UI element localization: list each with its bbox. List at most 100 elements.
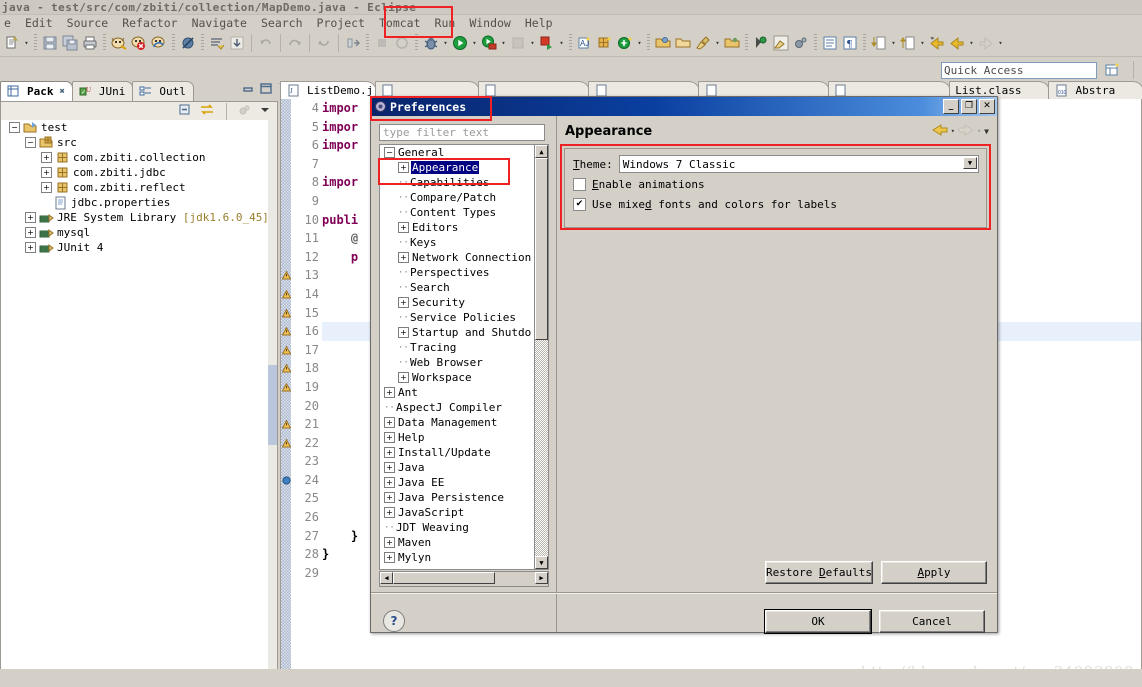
editor-tab-listdemo[interactable]: J ListDemo.j <box>280 81 377 99</box>
toolbar-drag-handle-7[interactable] <box>569 34 572 52</box>
collapse-icon[interactable]: − <box>25 137 36 148</box>
search-resource-icon[interactable] <box>693 33 713 53</box>
page-button-row[interactable]: Restore Defaults Apply <box>765 561 987 584</box>
quick-access-input[interactable]: Quick Access <box>941 61 1097 79</box>
scroll-down-button[interactable]: ▼ <box>535 556 548 569</box>
enable-animations-row[interactable]: Enable animations <box>565 174 986 194</box>
view-tab-bar[interactable]: Pack ✖ ✓ U JUni Outl <box>0 81 278 101</box>
next-annotation-icon[interactable] <box>207 33 227 53</box>
tree-item-src[interactable]: − src <box>1 135 277 150</box>
scroll-left-button[interactable]: ◀ <box>380 572 393 584</box>
pref-tree-item-web-browser[interactable]: ·· Web Browser <box>380 355 535 370</box>
expand-icon[interactable]: + <box>384 507 395 518</box>
toolbar-drag-handle-8[interactable] <box>647 34 650 52</box>
open-resource-icon[interactable] <box>673 33 693 53</box>
pref-tree-item-security[interactable]: + Security <box>380 295 535 310</box>
pref-tree-item-javascript[interactable]: + JavaScript <box>380 505 535 520</box>
expand-icon[interactable]: + <box>398 297 409 308</box>
collapse-icon[interactable]: − <box>9 122 20 133</box>
pref-tree-item-java-persistence[interactable]: + Java Persistence <box>380 490 535 505</box>
view-tab-outline[interactable]: Outl <box>132 81 194 101</box>
pref-tree-item-general[interactable]: − General <box>380 145 535 160</box>
close-icon[interactable]: ✕ <box>979 99 995 114</box>
run-icon[interactable] <box>450 33 470 53</box>
ok-button[interactable]: OK <box>765 609 871 633</box>
toggle-mark-occurrences-icon[interactable] <box>227 33 247 53</box>
scrollbar-thumb[interactable] <box>535 158 548 340</box>
expand-icon[interactable]: + <box>25 227 36 238</box>
pref-tree-item-network-connection[interactable]: + Network Connection <box>380 250 535 265</box>
expand-icon[interactable]: + <box>384 492 395 503</box>
pref-tree-item-jdt-weaving[interactable]: ·· JDT Weaving <box>380 520 535 535</box>
mylyn-activate-task-icon[interactable] <box>751 33 771 53</box>
tomcat-stop-icon[interactable] <box>129 33 149 53</box>
expand-icon[interactable]: + <box>41 182 52 193</box>
back-dropdown-icon[interactable]: ▾ <box>967 34 976 52</box>
expand-icon[interactable]: + <box>398 162 409 173</box>
menu-item-tomcat[interactable]: Tomcat <box>372 16 428 30</box>
tree-item-junit-4[interactable]: + JUnit 4 <box>1 240 277 255</box>
apply-button[interactable]: Apply <box>881 561 987 584</box>
expand-icon[interactable]: + <box>41 167 52 178</box>
expand-icon[interactable]: + <box>398 252 409 263</box>
mylyn-more-icon[interactable] <box>791 33 811 53</box>
new-wizard-dropdown-icon[interactable]: ▾ <box>22 34 31 52</box>
run-dropdown-icon[interactable]: ▾ <box>470 34 479 52</box>
open-task-icon[interactable] <box>722 33 742 53</box>
new-package-icon[interactable] <box>595 33 615 53</box>
tree-item-mysql[interactable]: + mysql <box>1 225 277 240</box>
pref-tree-item-content-types[interactable]: ·· Content Types <box>380 205 535 220</box>
expand-icon[interactable]: + <box>384 537 395 548</box>
collapse-icon[interactable]: − <box>384 147 395 158</box>
back-dropdown-icon[interactable]: ▾ <box>951 127 955 135</box>
menu-item-window[interactable]: Window <box>462 16 518 30</box>
save-all-icon[interactable] <box>60 33 80 53</box>
scrollbar-thumb[interactable] <box>268 365 277 445</box>
show-whitespace-icon[interactable] <box>820 33 840 53</box>
use-mixed-fonts-checkbox[interactable]: ✔ <box>573 197 586 211</box>
preferences-tree-scrollbar[interactable]: ▲ ▼ <box>534 145 548 569</box>
print-icon[interactable] <box>80 33 100 53</box>
pref-tree-item-help[interactable]: + Help <box>380 430 535 445</box>
toolbar-drag-handle-4[interactable] <box>201 34 204 52</box>
pref-tree-item-install-update[interactable]: + Install/Update <box>380 445 535 460</box>
pilcrow-icon[interactable]: ¶ <box>840 33 860 53</box>
expand-icon[interactable]: + <box>25 212 36 223</box>
link-with-editor-icon[interactable] <box>199 103 215 120</box>
search-dropdown-icon[interactable]: ▾ <box>713 34 722 52</box>
preferences-dialog[interactable]: Preferences _ ❐ ✕ type filter text − Gene… <box>370 96 998 633</box>
run-external-tools-icon[interactable] <box>479 33 499 53</box>
maximize-icon[interactable]: ❐ <box>961 99 977 114</box>
preferences-window-buttons[interactable]: _ ❐ ✕ <box>943 99 995 114</box>
debug-icon[interactable] <box>421 33 441 53</box>
pref-tree-item-ant[interactable]: + Ant <box>380 385 535 400</box>
debug-dropdown-icon[interactable]: ▾ <box>441 34 450 52</box>
expand-icon[interactable]: + <box>398 222 409 233</box>
pref-tree-item-workspace[interactable]: + Workspace <box>380 370 535 385</box>
menu-item-search[interactable]: Search <box>254 16 310 30</box>
expand-icon[interactable]: + <box>384 432 395 443</box>
open-type-icon[interactable] <box>653 33 673 53</box>
expand-icon[interactable]: + <box>25 242 36 253</box>
pref-tree-item-editors[interactable]: + Editors <box>380 220 535 235</box>
pref-tree-item-service-policies[interactable]: ·· Service Policies <box>380 310 535 325</box>
new-generic-icon[interactable] <box>615 33 635 53</box>
expand-icon[interactable]: + <box>384 477 395 488</box>
chevron-down-icon[interactable]: ▼ <box>963 157 977 169</box>
expand-icon[interactable]: + <box>384 387 395 398</box>
warning-icon[interactable] <box>281 438 292 448</box>
pref-tree-item-compare-patch[interactable]: ·· Compare/Patch <box>380 190 535 205</box>
skip-breakpoints-icon[interactable] <box>178 33 198 53</box>
pref-tree-item-search[interactable]: ·· Search <box>380 280 535 295</box>
hscrollbar-thumb[interactable] <box>393 572 495 584</box>
expand-icon[interactable]: + <box>384 447 395 458</box>
toolbar-drag-handle-11[interactable] <box>863 34 866 52</box>
cancel-button[interactable]: Cancel <box>879 609 985 633</box>
warning-icon[interactable] <box>281 270 292 280</box>
view-toolbar[interactable] <box>0 101 278 121</box>
maximize-icon[interactable] <box>259 82 273 99</box>
next-edit-icon[interactable] <box>898 33 918 53</box>
toolbar-drag-handle-3[interactable] <box>172 34 175 52</box>
view-menu-icon[interactable] <box>259 104 271 119</box>
restore-defaults-button[interactable]: Restore Defaults <box>765 561 873 584</box>
